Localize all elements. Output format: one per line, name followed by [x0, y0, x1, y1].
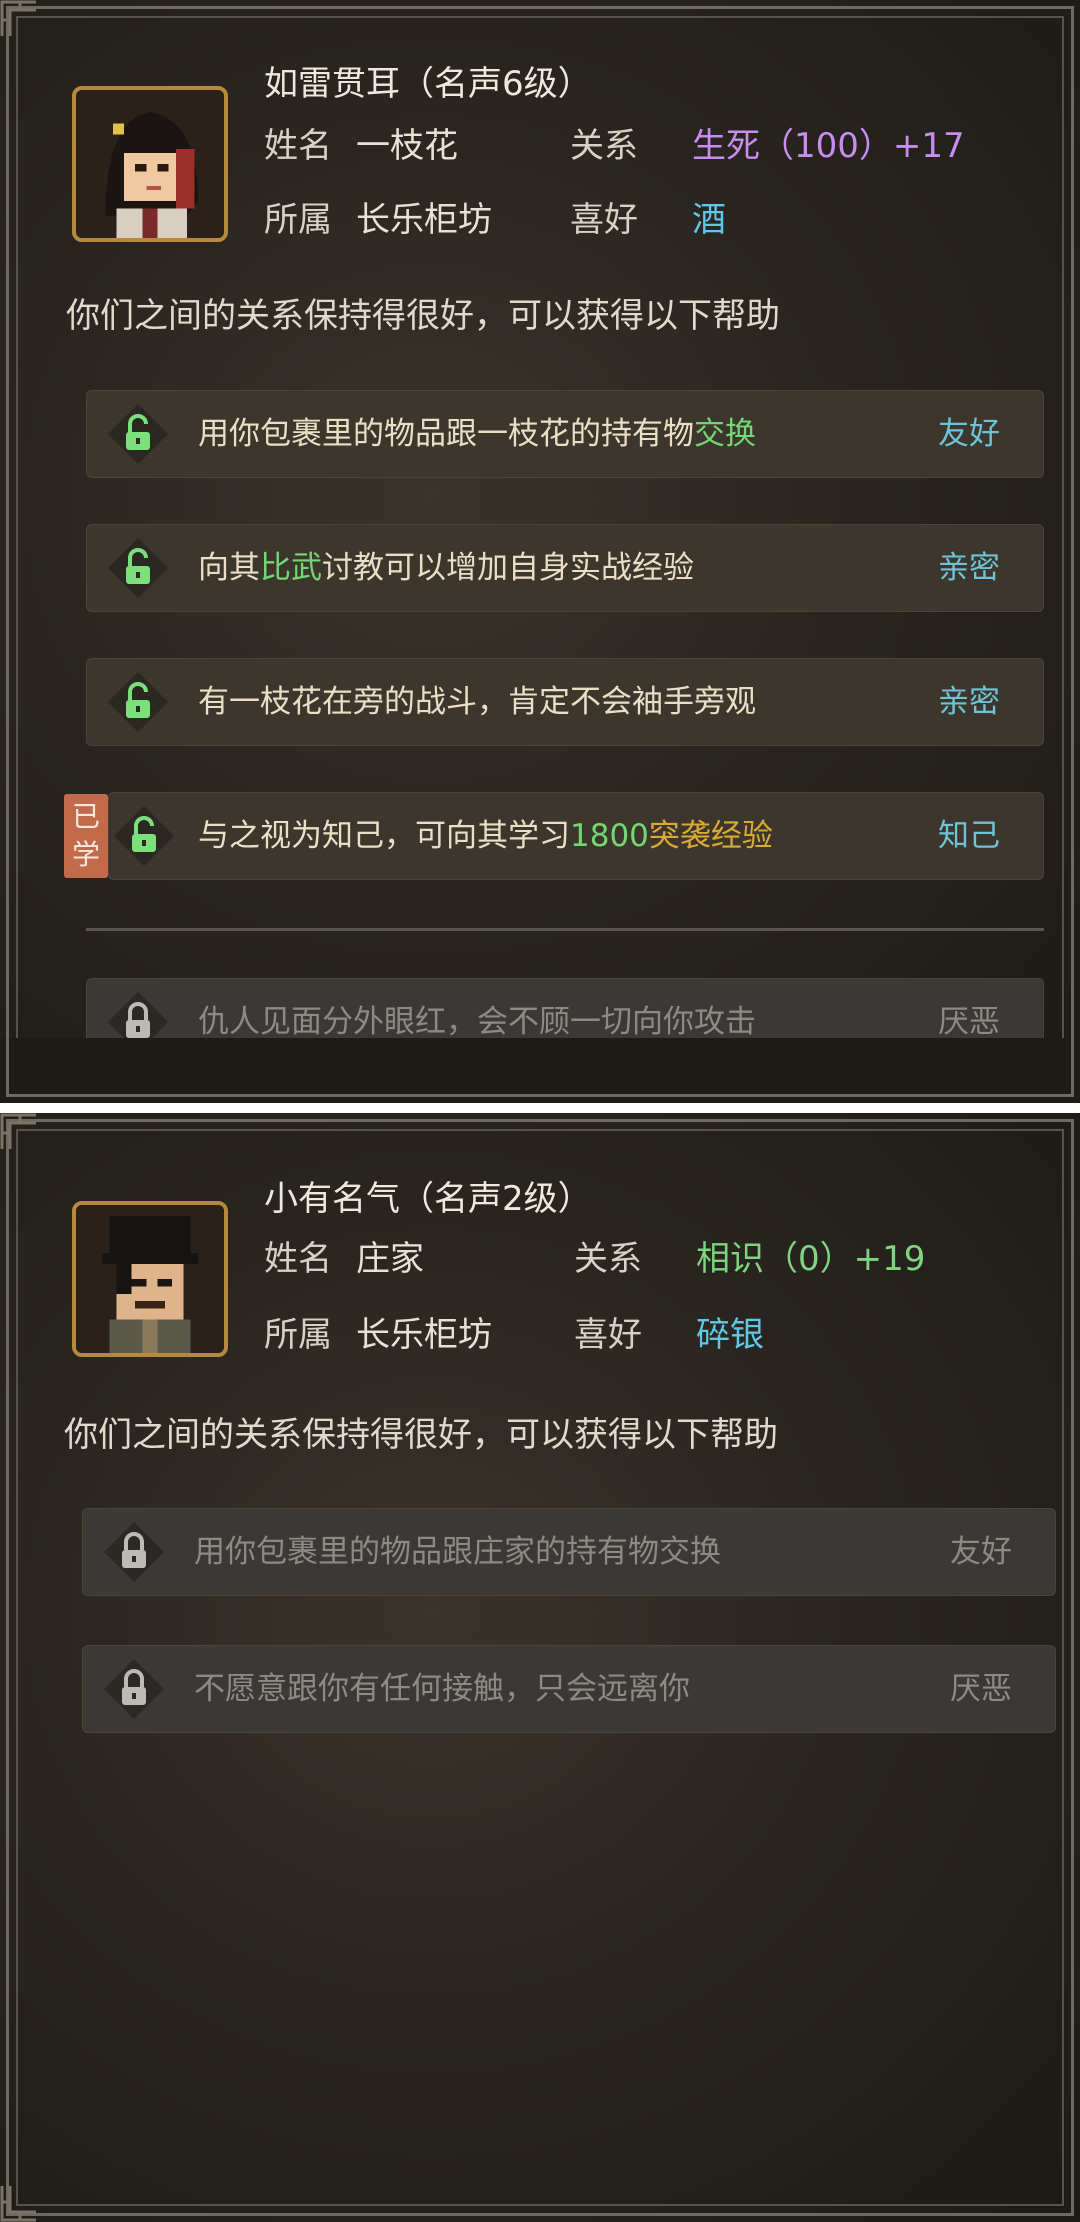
- row-text: 用你包裹里的物品跟庄家的持有物交换: [194, 1534, 721, 1570]
- help-row-spar[interactable]: 向其比武讨教可以增加自身实战经验 亲密: [86, 524, 1044, 612]
- lock-closed-icon: [102, 1520, 166, 1584]
- hobby-value: 酒: [692, 200, 726, 240]
- relation-value: 生死（100）+17: [692, 126, 965, 166]
- name-value: 一枝花: [356, 126, 458, 166]
- row-text: 不愿意跟你有任何接触，只会远离你: [194, 1671, 690, 1707]
- relation-label: 关系: [574, 1239, 642, 1279]
- row-text: 仇人见面分外眼红，会不顾一切向你攻击: [198, 1004, 756, 1040]
- row-relation-tag: 亲密: [938, 684, 1000, 720]
- faction-value: 长乐柜坊: [356, 1315, 492, 1355]
- row-relation-tag: 知己: [938, 818, 1000, 854]
- frame-corner-ornament: [0, 0, 38, 38]
- lock-open-icon: [106, 670, 170, 734]
- help-row-avoid[interactable]: 不愿意跟你有任何接触，只会远离你 厌恶: [82, 1645, 1056, 1733]
- row-text: 有一枝花在旁的战斗，肯定不会袖手旁观: [198, 684, 756, 720]
- faction-label: 所属: [264, 1315, 332, 1355]
- help-row-trade[interactable]: 用你包裹里的物品跟一枝花的持有物交换 友好: [86, 390, 1044, 478]
- dealer-portrait-icon: [76, 1205, 224, 1353]
- npc-panel-1: 如雷贯耳（名声6级） 姓名 一枝花 关系 生死（100）+17 所属 长乐柜坊 …: [0, 0, 1080, 1103]
- relation-value: 相识（0）+19: [696, 1239, 926, 1279]
- npc-portrait[interactable]: [72, 86, 228, 242]
- row-text: 用你包裹里的物品跟一枝花的持有物交换: [198, 416, 756, 452]
- frame-corner-ornament: [0, 1113, 38, 1151]
- row-relation-tag: 友好: [938, 416, 1000, 452]
- help-row-learn[interactable]: 与之视为知己，可向其学习1800突袭经验 知己: [108, 792, 1044, 880]
- hobby-value: 碎银: [696, 1315, 764, 1355]
- help-description: 你们之间的关系保持得很好，可以获得以下帮助: [64, 1415, 778, 1455]
- help-description: 你们之间的关系保持得很好，可以获得以下帮助: [66, 296, 780, 336]
- help-row-assist[interactable]: 有一枝花在旁的战斗，肯定不会袖手旁观 亲密: [86, 658, 1044, 746]
- lock-open-icon: [112, 804, 176, 868]
- name-label: 姓名: [264, 126, 332, 166]
- lock-open-icon: [106, 536, 170, 600]
- row-text: 向其比武讨教可以增加自身实战经验: [198, 550, 694, 586]
- faction-value: 长乐柜坊: [356, 200, 492, 240]
- faction-label: 所属: [264, 200, 332, 240]
- section-divider: [86, 928, 1044, 931]
- female-swordsman-portrait-icon: [76, 90, 224, 238]
- frame-corner-ornament: [0, 2184, 38, 2222]
- row-relation-tag: 亲密: [938, 550, 1000, 586]
- lock-closed-icon: [102, 1657, 166, 1721]
- help-row-trade[interactable]: 用你包裹里的物品跟庄家的持有物交换 友好: [82, 1508, 1056, 1596]
- name-label: 姓名: [264, 1239, 332, 1279]
- learned-badge: 已学: [64, 794, 108, 878]
- row-relation-tag: 友好: [950, 1534, 1012, 1570]
- fame-title: 小有名气（名声2级）: [264, 1179, 592, 1219]
- npc-portrait[interactable]: [72, 1201, 228, 1357]
- name-value: 庄家: [356, 1239, 424, 1279]
- fame-title: 如雷贯耳（名声6级）: [264, 64, 592, 104]
- lock-open-icon: [106, 402, 170, 466]
- hobby-label: 喜好: [574, 1315, 642, 1355]
- hobby-label: 喜好: [570, 200, 638, 240]
- relation-label: 关系: [570, 126, 638, 166]
- row-relation-tag: 厌恶: [950, 1671, 1012, 1707]
- npc-panel-2: 小有名气（名声2级） 姓名 庄家 关系 相识（0）+19 所属 长乐柜坊 喜好 …: [0, 1113, 1080, 2222]
- panel-bottom-fade: [0, 1038, 1080, 1103]
- row-text: 与之视为知己，可向其学习1800突袭经验: [198, 818, 773, 854]
- row-relation-tag: 厌恶: [938, 1004, 1000, 1040]
